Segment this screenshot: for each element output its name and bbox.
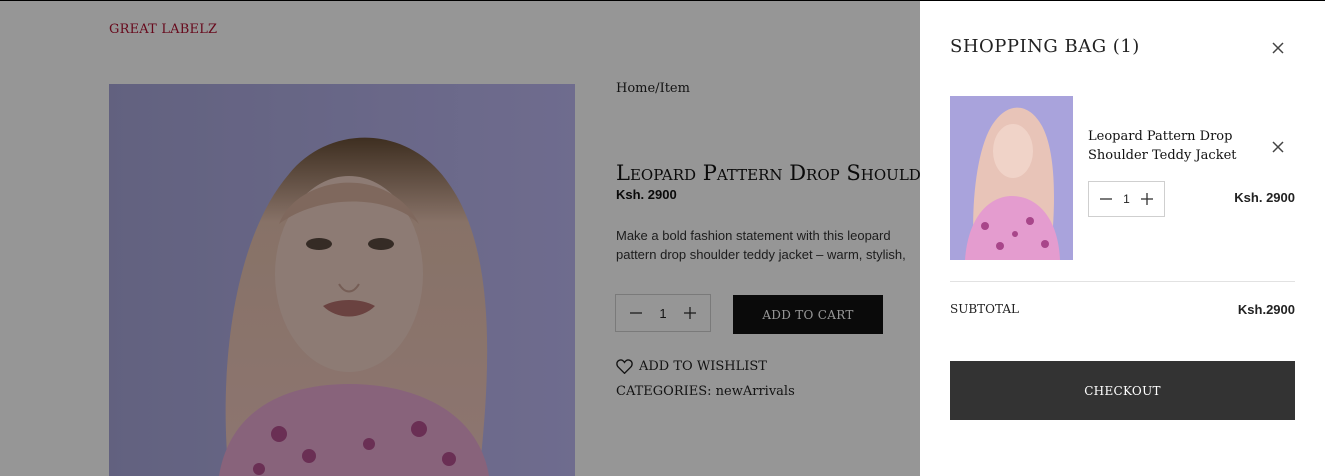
cart-item-image[interactable] (950, 96, 1073, 260)
cart-quantity-stepper: 1 (1088, 181, 1165, 217)
subtotal-value: Ksh.2900 (1237, 302, 1295, 317)
cart-decrease-quantity-button[interactable] (1098, 191, 1114, 207)
top-border (0, 0, 1325, 1)
subtotal-label: SUBTOTAL (950, 302, 1019, 316)
close-icon (1272, 141, 1284, 153)
shopping-bag-drawer: SHOPPING BAG (1) Leopard Pattern Drop Sh… (920, 0, 1325, 476)
close-drawer-button[interactable] (1270, 40, 1286, 56)
remove-item-button[interactable] (1270, 139, 1286, 155)
cart-item-price: Ksh. 2900 (1234, 190, 1295, 205)
cart-increase-quantity-button[interactable] (1139, 191, 1155, 207)
checkout-button[interactable]: CHECKOUT (950, 361, 1295, 420)
cart-item-photo (950, 96, 1073, 260)
divider (950, 281, 1295, 282)
plus-icon (1141, 193, 1153, 205)
cart-item-name[interactable]: Leopard Pattern Drop Shoulder Teddy Jack… (1088, 127, 1248, 165)
close-icon (1272, 42, 1284, 54)
cart-quantity-value[interactable]: 1 (1123, 192, 1130, 206)
minus-icon (1100, 198, 1112, 200)
shopping-bag-title: SHOPPING BAG (1) (950, 36, 1140, 57)
page-dim-overlay[interactable] (0, 0, 920, 476)
